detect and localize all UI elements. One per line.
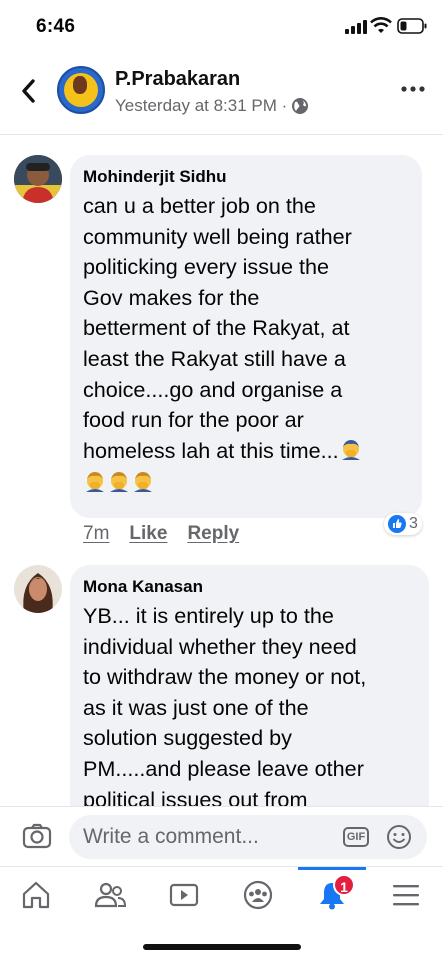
comment-bubble[interactable]: Mohinderjit Sidhu can u a better job on …	[70, 155, 422, 518]
wifi-icon	[370, 17, 392, 33]
comment-placeholder: Write a comment...	[83, 825, 259, 848]
more-dots-icon[interactable]	[400, 84, 426, 94]
reply-button[interactable]: Reply	[187, 523, 239, 545]
comment-composer: Write a comment... GIF	[0, 806, 443, 866]
reaction-summary[interactable]: 3	[384, 513, 422, 535]
comment-input[interactable]: Write a comment... GIF	[69, 815, 427, 859]
back-chevron-icon[interactable]	[18, 76, 40, 106]
camera-icon[interactable]	[22, 823, 52, 849]
comment-text: YB... it is entirely up to the individua…	[83, 603, 367, 806]
gif-button[interactable]: GIF	[343, 827, 369, 847]
groups-icon[interactable]	[241, 879, 275, 911]
notification-badge: 1	[333, 874, 355, 896]
battery-icon	[397, 18, 427, 34]
active-tab-indicator	[298, 867, 366, 870]
comment-item: Mona Kanasan YB... it is entirely up to …	[0, 565, 443, 806]
post-header: P.Prabakaran Yesterday at 8:31 PM ·	[0, 54, 443, 134]
friends-icon[interactable]	[93, 879, 127, 911]
comment-bubble[interactable]: Mona Kanasan YB... it is entirely up to …	[70, 565, 429, 806]
reaction-count: 3	[409, 515, 418, 532]
home-icon[interactable]	[19, 879, 53, 911]
home-indicator	[143, 944, 301, 950]
face-palm-emoji	[134, 472, 152, 493]
post-time-text: Yesterday at 8:31 PM ·	[115, 96, 288, 115]
commenter-avatar[interactable]	[14, 565, 62, 613]
comment-author[interactable]: Mohinderjit Sidhu	[83, 167, 406, 187]
face-palm-emoji	[110, 472, 128, 493]
thumbs-up-icon	[388, 515, 406, 533]
emoji-icon[interactable]	[386, 824, 412, 850]
face-palm-emoji	[86, 472, 104, 493]
like-button[interactable]: Like	[129, 523, 167, 545]
post-timestamp: Yesterday at 8:31 PM ·	[115, 96, 309, 116]
commenter-avatar[interactable]	[14, 155, 62, 203]
bottom-nav: 1	[0, 866, 443, 924]
author-name[interactable]: P.Prabakaran	[115, 68, 240, 91]
comment-actions: 7m Like Reply	[83, 523, 239, 545]
author-avatar[interactable]	[57, 66, 105, 114]
watch-icon[interactable]	[167, 879, 201, 911]
signal-icon	[345, 20, 367, 34]
menu-icon[interactable]	[389, 879, 423, 911]
comment-item: Mohinderjit Sidhu can u a better job on …	[0, 155, 443, 555]
status-bar: 6:46	[0, 0, 443, 54]
header-divider	[0, 134, 443, 135]
status-time: 6:46	[36, 16, 76, 37]
globe-icon	[292, 98, 309, 114]
comment-text: can u a better job on the community well…	[83, 191, 406, 499]
face-palm-emoji	[341, 439, 360, 460]
comment-author[interactable]: Mona Kanasan	[83, 577, 413, 597]
comment-time[interactable]: 7m	[83, 523, 109, 545]
